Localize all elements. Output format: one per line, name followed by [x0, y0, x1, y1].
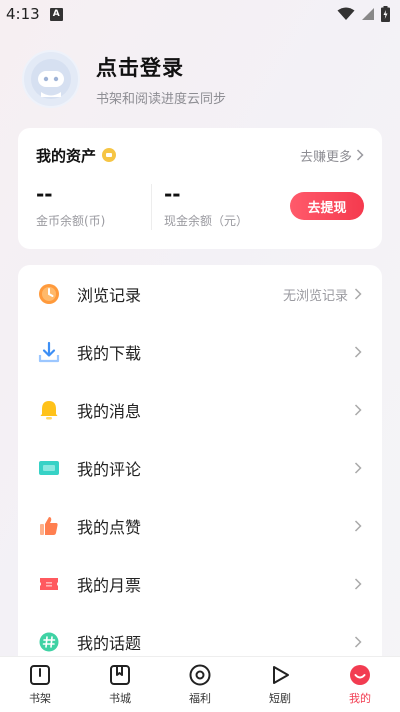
coin-balance-value: --: [36, 182, 53, 206]
menu-item-messages[interactable]: 我的消息: [18, 381, 382, 439]
withdraw-button[interactable]: 去提现: [290, 192, 364, 220]
menu-item-label: 我的点赞: [77, 518, 142, 537]
comment-icon: [38, 457, 60, 479]
menu-item-label: 我的下载: [77, 344, 142, 363]
chevron-right-icon: [354, 345, 364, 359]
signal-icon: [362, 8, 374, 20]
play-icon: [273, 666, 289, 684]
menu-item-label: 我的月票: [77, 576, 142, 595]
login-title[interactable]: 点击登录: [96, 52, 226, 82]
menu-card: 浏览记录 无浏览记录 我的下载 我的消息 我的评论 我的点赞 我的月票 我的话题: [18, 265, 382, 685]
status-bar: 4:13 A: [0, 0, 400, 28]
profile-header[interactable]: 点击登录 书架和阅读进度云同步: [22, 50, 226, 108]
menu-item-label: 我的话题: [77, 634, 142, 653]
chevron-right-icon: [354, 403, 364, 417]
login-subtitle: 书架和阅读进度云同步: [96, 91, 227, 107]
notification-a-icon: A: [49, 7, 63, 21]
chevron-right-icon: [354, 577, 364, 591]
history-empty-hint: 无浏览记录: [282, 288, 348, 304]
ticket-icon: [38, 573, 60, 595]
download-icon: [38, 341, 60, 363]
bottom-tab-bar: 书架 书城 福利 短剧 我的: [0, 656, 400, 712]
chevron-right-icon: [354, 635, 364, 649]
tab-short-drama[interactable]: 短剧: [240, 664, 320, 706]
tab-welfare[interactable]: 福利: [160, 664, 240, 706]
status-time: 4:13: [6, 5, 40, 23]
welfare-icon: [189, 664, 211, 686]
menu-item-monthly-tickets[interactable]: 我的月票: [18, 555, 382, 613]
assets-divider: [151, 184, 152, 230]
tab-label: 短剧: [269, 692, 291, 705]
wifi-icon: [337, 7, 355, 20]
cash-balance[interactable]: -- 现金余额（元）: [164, 184, 248, 229]
chevron-right-icon: [354, 461, 364, 475]
coin-balance-label: 金币余额(币): [36, 214, 106, 228]
chevron-right-icon: [356, 149, 364, 161]
cash-balance-label: 现金余额（元）: [164, 214, 249, 228]
tab-bookstore[interactable]: 书城: [80, 664, 160, 706]
assets-title: 我的资产: [36, 146, 97, 165]
menu-item-label: 我的消息: [77, 402, 142, 421]
cash-balance-value: --: [164, 182, 181, 206]
tab-bookshelf[interactable]: 书架: [0, 664, 80, 706]
earn-more-link[interactable]: 去赚更多: [300, 146, 364, 165]
battery-icon: [381, 6, 390, 22]
tab-label: 福利: [189, 692, 211, 705]
chevron-right-icon: [354, 287, 364, 301]
menu-item-label: 我的评论: [77, 460, 142, 479]
chevron-right-icon: [354, 519, 364, 533]
menu-item-downloads[interactable]: 我的下载: [18, 323, 382, 381]
mine-page: 4:13 A 点击登录 书架和阅读进度云同步 我的资产 去赚更多 -- 金币余额…: [0, 0, 400, 712]
tab-label: 书城: [109, 692, 131, 705]
bookshelf-icon: [30, 665, 50, 685]
avatar[interactable]: [22, 50, 80, 108]
hashtag-icon: [38, 631, 60, 653]
tab-label: 我的: [349, 692, 371, 705]
tab-label: 书架: [29, 692, 51, 705]
earn-more-label: 去赚更多: [299, 149, 352, 165]
coin-balance[interactable]: -- 金币余额(币): [36, 184, 105, 229]
thumbs-up-icon: [38, 515, 60, 537]
tab-mine[interactable]: 我的: [320, 664, 400, 706]
bookstore-icon: [110, 665, 130, 685]
menu-item-likes[interactable]: 我的点赞: [18, 497, 382, 555]
bell-icon: [38, 399, 60, 421]
assets-card: 我的资产 去赚更多 -- 金币余额(币) -- 现金余额（元） 去提现: [18, 128, 382, 249]
coin-icon: [102, 148, 117, 162]
menu-item-comments[interactable]: 我的评论: [18, 439, 382, 497]
profile-face-icon: [350, 665, 370, 685]
clock-icon: [38, 283, 60, 305]
robot-avatar-icon: [31, 59, 71, 99]
menu-item-label: 浏览记录: [77, 286, 142, 305]
menu-item-history[interactable]: 浏览记录 无浏览记录: [18, 265, 382, 323]
